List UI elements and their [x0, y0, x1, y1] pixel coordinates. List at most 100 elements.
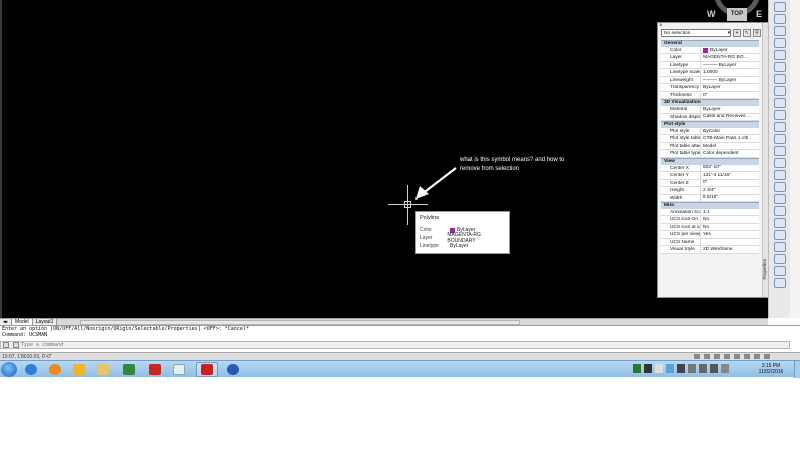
property-value[interactable]: Model [701, 143, 759, 150]
tray-icon[interactable] [633, 364, 641, 373]
properties-section-header[interactable]: Misc [661, 202, 759, 209]
firefox-icon[interactable] [222, 362, 244, 377]
property-value[interactable]: 0" [701, 180, 759, 187]
property-value[interactable]: CTB-Main Pass 1.ctb [701, 135, 759, 142]
select-objects-icon[interactable]: ↖ [743, 29, 751, 37]
property-value[interactable]: ——— ByLayer [701, 62, 759, 69]
draw-tool-icon[interactable] [774, 134, 786, 144]
property-value[interactable]: ——— ByLayer [701, 77, 759, 84]
draw-tool-icon[interactable] [774, 218, 786, 228]
property-value[interactable]: ByLayer [701, 106, 759, 113]
property-value[interactable]: 6 5/16" [701, 195, 759, 202]
viewcube[interactable]: W TOP E [702, 0, 772, 22]
property-value[interactable]: Yes [701, 231, 759, 238]
property-value[interactable]: 1.0000 [701, 69, 759, 76]
status-icon[interactable] [744, 354, 750, 359]
properties-section-header[interactable]: View [661, 157, 759, 165]
tray-icon[interactable] [688, 364, 696, 373]
property-row[interactable]: Plot table type Color dependent [661, 150, 759, 158]
property-value[interactable]: ByLayer [701, 47, 759, 54]
draw-tool-icon[interactable] [774, 266, 786, 276]
properties-section-header[interactable]: Plot style [661, 121, 759, 128]
property-row[interactable]: Visual Style 2D Wireframe [661, 246, 759, 254]
property-row[interactable]: Linetype ——— ByLayer [661, 61, 759, 70]
property-value[interactable]: 1:1 [701, 209, 759, 216]
draw-tool-icon[interactable] [774, 62, 786, 72]
status-icon[interactable] [714, 354, 720, 359]
draw-tool-icon[interactable] [774, 242, 786, 252]
property-row[interactable]: Linetype scale 1.0000 [661, 69, 759, 77]
property-row[interactable]: Lineweight ——— ByLayer [661, 76, 759, 85]
property-row[interactable]: Thickness 0" [661, 91, 759, 100]
property-row[interactable]: Shadow display Casts and Receives ... [661, 113, 759, 122]
volume-icon[interactable] [721, 364, 729, 373]
draw-tool-icon[interactable] [774, 230, 786, 240]
flag-icon[interactable] [699, 364, 707, 373]
property-row[interactable]: UCS icon On No [661, 216, 759, 224]
tray-icon[interactable] [666, 364, 674, 373]
property-row[interactable]: UCS icon at ori...No [661, 223, 759, 232]
draw-tool-icon[interactable] [774, 170, 786, 180]
show-desktop-button[interactable] [794, 361, 800, 378]
internet-explorer-icon[interactable] [20, 362, 42, 377]
properties-palette[interactable]: × No selection ▾ + ↖ ⚲ General Color ByLay… [657, 22, 769, 298]
toggle-pickadd-icon[interactable]: + [733, 29, 741, 37]
property-row[interactable]: Width 6 5/16" [661, 194, 759, 203]
property-value[interactable]: No [701, 224, 759, 231]
draw-tool-icon[interactable] [774, 206, 786, 216]
property-row[interactable]: Plot style ByColor [661, 127, 759, 136]
draw-tool-icon[interactable] [774, 122, 786, 132]
draw-tool-icon[interactable] [774, 194, 786, 204]
command-input-row[interactable]: Type a command [0, 341, 790, 349]
properties-palette-label[interactable]: Properties [762, 259, 767, 280]
tray-icon[interactable] [655, 364, 663, 373]
properties-section-header[interactable]: 3D Visualization [661, 99, 759, 107]
coordinate-readout[interactable]: 10:07, 1'8010.03, 0'-0" [2, 354, 52, 360]
excel-icon[interactable] [118, 362, 140, 377]
draw-tool-icon[interactable] [774, 278, 786, 288]
customize-icon[interactable] [13, 342, 19, 348]
draw-tool-icon[interactable] [774, 50, 786, 60]
property-value[interactable]: ByColor [701, 128, 759, 135]
status-icon[interactable] [704, 354, 710, 359]
property-row[interactable]: Plot style table CTB-Main Pass 1.ctb [661, 135, 759, 143]
property-row[interactable]: Plot table attac...Model [661, 142, 759, 151]
file-explorer-icon[interactable] [92, 362, 114, 377]
draw-tool-icon[interactable] [774, 146, 786, 156]
clock[interactable]: 3:15 PM 11/02/2016 [751, 363, 791, 375]
draw-tool-icon[interactable] [774, 86, 786, 96]
notepad-icon[interactable] [168, 362, 190, 377]
draw-tool-icon[interactable] [774, 110, 786, 120]
property-row[interactable]: Color ByLayer [661, 46, 759, 55]
property-row[interactable]: Layer MAGENTA-RG BO... [661, 54, 759, 62]
tray-icon[interactable] [644, 364, 652, 373]
property-value[interactable]: 2 3/4" [701, 187, 759, 194]
status-icon[interactable] [734, 354, 740, 359]
draw-tool-icon[interactable] [774, 254, 786, 264]
draw-tool-icon[interactable] [774, 26, 786, 36]
property-row[interactable]: Center Y 131'-3 11/16" [661, 172, 759, 180]
property-row[interactable]: Center X 502'-10" [661, 164, 759, 173]
status-icon[interactable] [694, 354, 700, 359]
acrobat-icon[interactable] [144, 362, 166, 377]
property-row[interactable]: Height 2 3/4" [661, 187, 759, 195]
close-command-icon[interactable] [3, 342, 9, 348]
start-button[interactable] [1, 362, 17, 377]
selection-dropdown[interactable]: No selection ▾ [661, 29, 731, 37]
autocad-icon[interactable] [196, 362, 218, 377]
property-value[interactable]: 0" [701, 92, 759, 99]
draw-tool-icon[interactable] [774, 2, 786, 12]
network-icon[interactable] [710, 364, 718, 373]
property-row[interactable]: Annotation scale1:1 [661, 208, 759, 217]
viewcube-west-label[interactable]: W [707, 9, 716, 19]
outlook-icon[interactable] [68, 362, 90, 377]
status-icon[interactable] [724, 354, 730, 359]
status-icon[interactable] [764, 354, 770, 359]
property-value[interactable]: 131'-3 11/16" [701, 172, 759, 179]
draw-tool-icon[interactable] [774, 74, 786, 84]
property-value[interactable]: No [701, 216, 759, 223]
draw-tool-icon[interactable] [774, 38, 786, 48]
property-value[interactable]: ByLayer [701, 84, 759, 91]
drawing-canvas[interactable]: W TOP E what is this symbol means? and h… [0, 0, 769, 318]
property-value[interactable] [701, 239, 759, 246]
